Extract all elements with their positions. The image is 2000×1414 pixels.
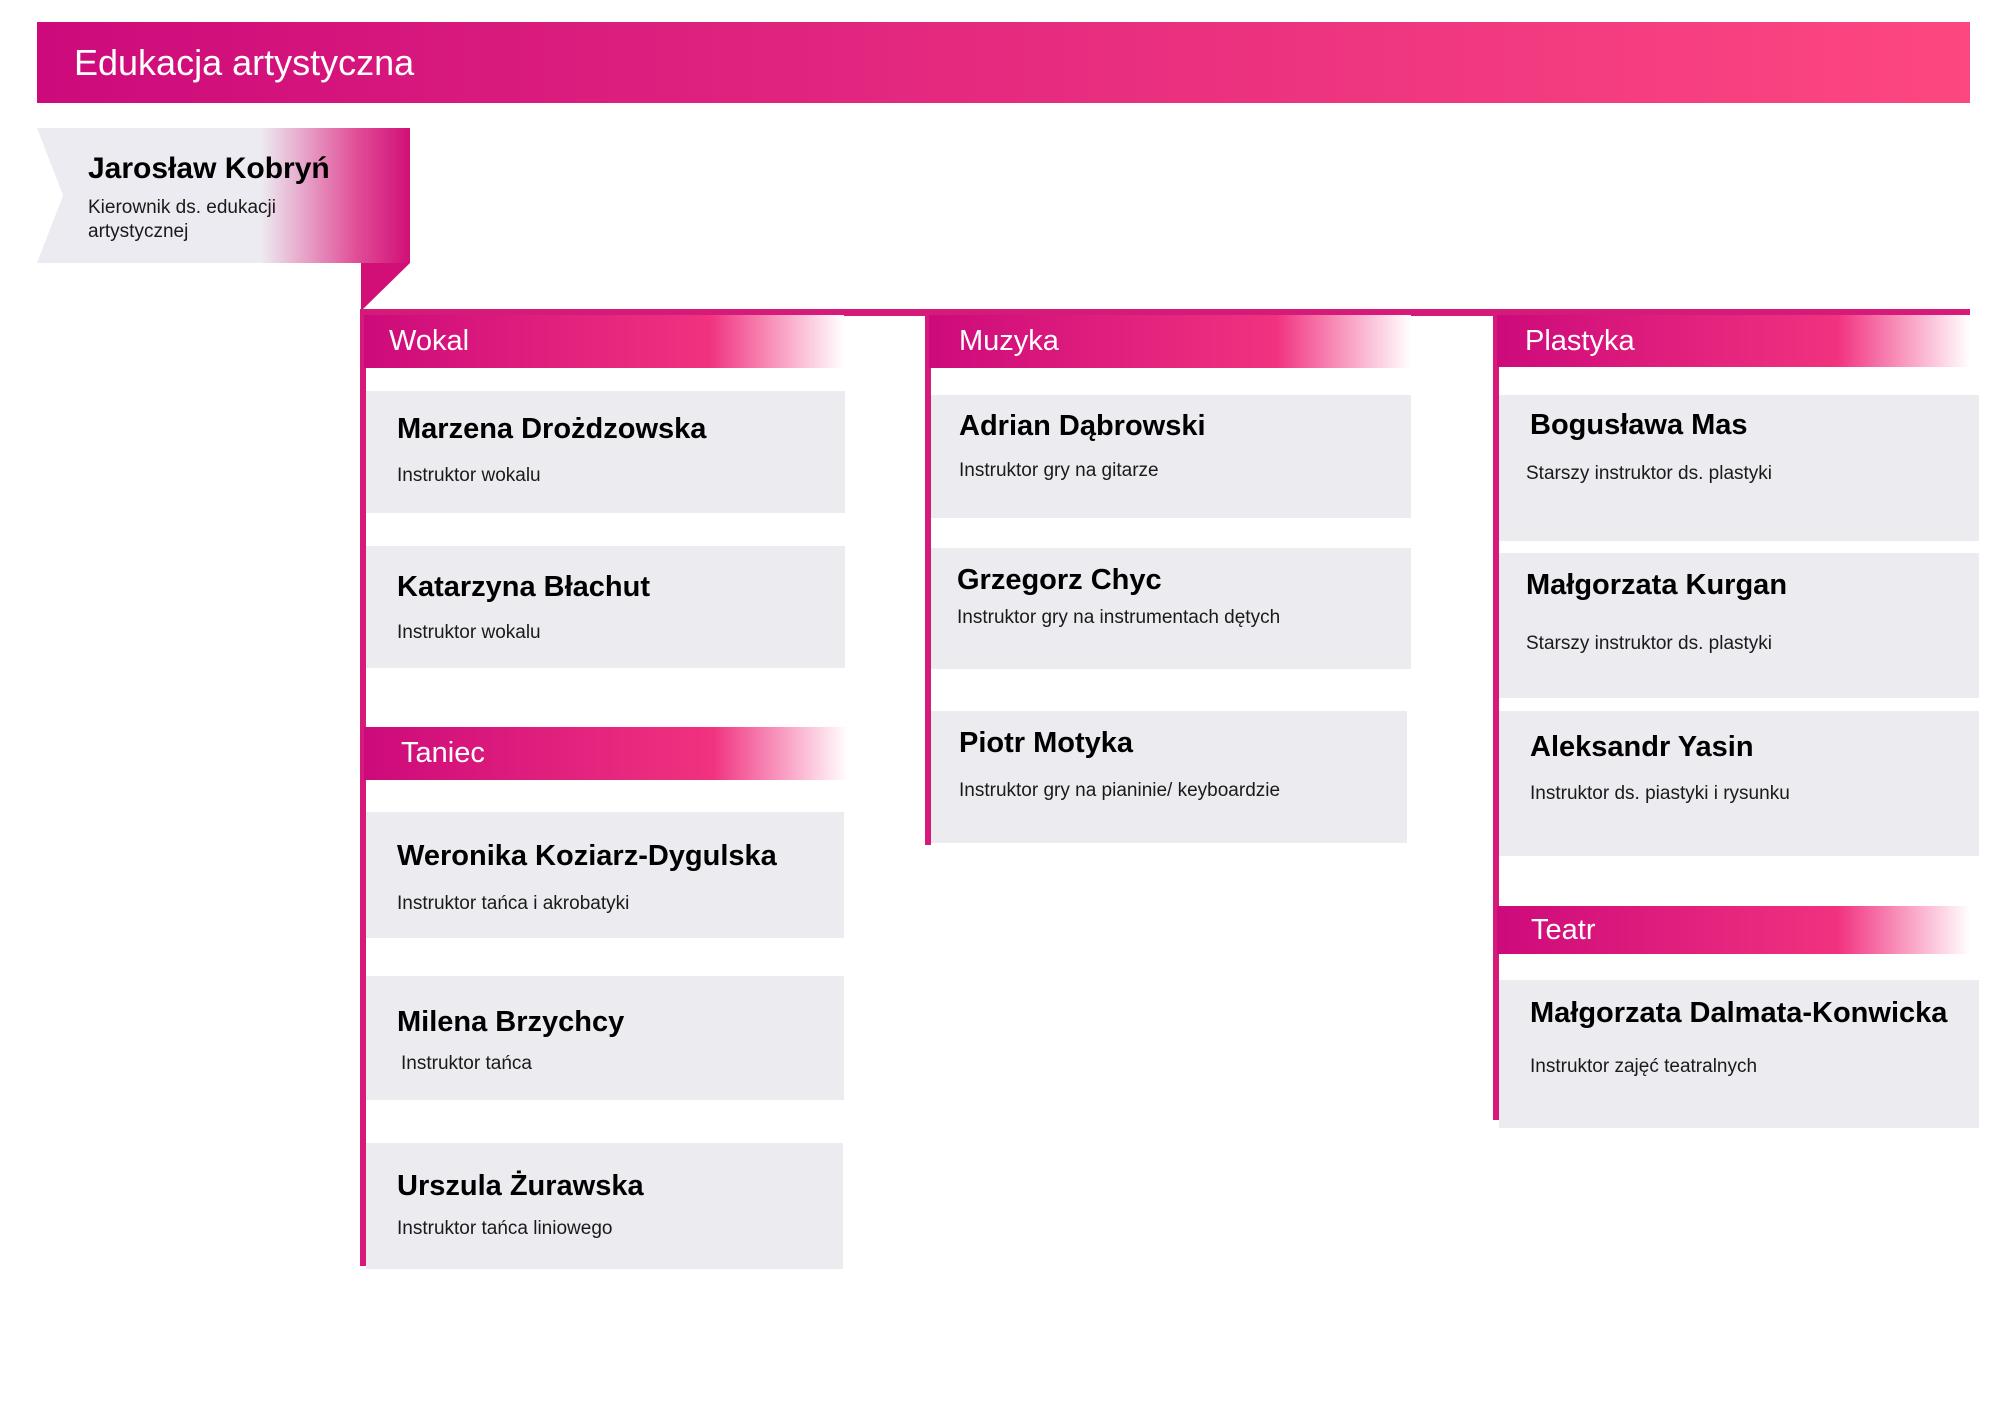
member-card: Grzegorz Chyc Instruktor gry na instrume…: [931, 548, 1411, 669]
member-role: Instruktor ds. piastyki i rysunku: [1530, 783, 1790, 804]
dept-header-muzyka: Muzyka: [929, 315, 1411, 368]
member-name: Małgorzata Dalmata-Konwicka: [1530, 997, 1948, 1029]
dept-label-plastyka: Plastyka: [1525, 324, 1635, 357]
dept-label-wokal: Wokal: [389, 325, 470, 357]
member-name: Bogusława Mas: [1530, 409, 1748, 441]
member-role: Instruktor tańca liniowego: [397, 1218, 613, 1239]
dept-header-teatr: Teatr: [1497, 906, 1970, 954]
dept-label-taniec: Taniec: [401, 737, 485, 769]
member-name: Adrian Dąbrowski: [959, 410, 1206, 442]
member-card: Marzena Drożdzowska Instruktor wokalu: [366, 391, 845, 513]
head-card-fold: [361, 263, 410, 311]
member-name: Piotr Motyka: [959, 727, 1134, 759]
page-title: Edukacja artystyczna: [74, 41, 415, 83]
member-card: Milena Brzychcy Instruktor tańca: [366, 976, 844, 1100]
member-role: Starszy instruktor ds. plastyki: [1526, 633, 1773, 654]
member-card: Bogusława Mas Starszy instruktor ds. pla…: [1499, 395, 1979, 541]
member-name: Katarzyna Błachut: [397, 571, 651, 603]
member-card: Katarzyna Błachut Instruktor wokalu: [366, 546, 845, 668]
head-role: Kierownik ds. edukacji artystycznej: [88, 197, 276, 242]
member-name: Grzegorz Chyc: [957, 564, 1162, 596]
member-name: Małgorzata Kurgan: [1526, 569, 1788, 601]
head-name: Jarosław Kobryń: [88, 152, 330, 185]
member-role: Instruktor gry na pianinie/ keyboardzie: [959, 780, 1281, 801]
member-card: Urszula Żurawska Instruktor tańca liniow…: [366, 1143, 843, 1269]
member-card: Piotr Motyka Instruktor gry na pianinie/…: [931, 711, 1407, 843]
dept-label-teatr: Teatr: [1531, 913, 1596, 946]
dept-header-taniec: Taniec: [364, 727, 848, 780]
member-role: Instruktor tańca i akrobatyki: [397, 893, 630, 914]
dept-header-plastyka: Plastyka: [1497, 315, 1970, 367]
member-name: Marzena Drożdzowska: [397, 413, 707, 445]
member-role: Instruktor zajęć teatralnych: [1530, 1056, 1758, 1077]
member-card: Aleksandr Yasin Instruktor ds. piastyki …: [1499, 711, 1979, 856]
member-name: Aleksandr Yasin: [1530, 731, 1754, 763]
member-role: Instruktor gry na gitarze: [959, 460, 1159, 481]
member-name: Weronika Koziarz-Dygulska: [397, 840, 777, 872]
member-name: Urszula Żurawska: [397, 1170, 644, 1202]
dept-header-wokal: Wokal: [364, 315, 844, 368]
member-card: Weronika Koziarz-Dygulska Instruktor tań…: [366, 812, 844, 938]
member-card: Adrian Dąbrowski Instruktor gry na gitar…: [931, 395, 1411, 518]
member-role: Instruktor wokalu: [397, 465, 541, 486]
member-role: Instruktor gry na instrumentach dętych: [957, 607, 1281, 628]
member-role: Starszy instruktor ds. plastyki: [1526, 463, 1773, 484]
member-name: Milena Brzychcy: [397, 1006, 625, 1038]
member-card: Małgorzata Kurgan Starszy instruktor ds.…: [1499, 553, 1979, 698]
member-card: Małgorzata Dalmata-Konwicka Instruktor z…: [1499, 980, 1979, 1128]
title-bar: Edukacja artystyczna: [37, 22, 1970, 103]
dept-label-muzyka: Muzyka: [959, 325, 1059, 357]
member-role: Instruktor tańca: [401, 1053, 532, 1074]
member-role: Instruktor wokalu: [397, 622, 541, 643]
